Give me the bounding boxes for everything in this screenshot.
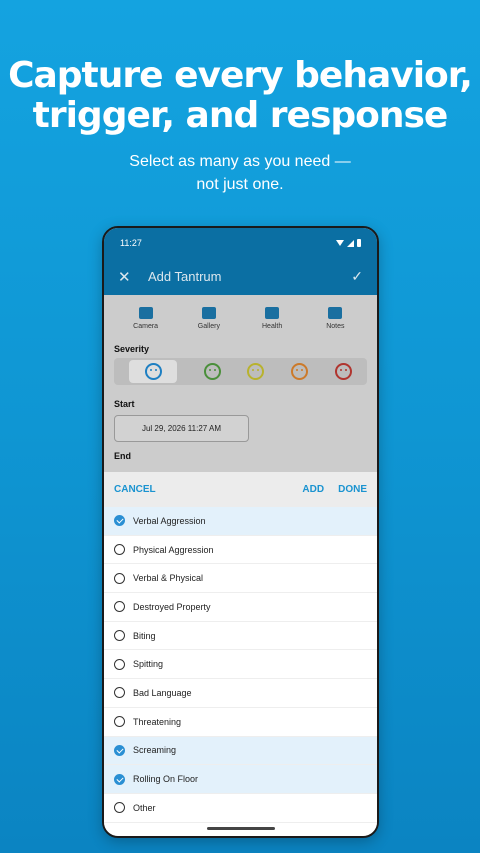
phone-frame: 11:27 ✕ Add Tantrum ✓ Camera Gallery Hea… [102,226,379,838]
angry-face-icon[interactable] [334,363,352,380]
list-item[interactable]: Spitting [104,650,377,680]
list-item-label: Physical Aggression [133,544,214,555]
app-bar: ✕ Add Tantrum ✓ [104,258,377,295]
unchecked-circle-icon[interactable] [114,544,125,556]
list-item[interactable]: Destroyed Property [104,593,377,622]
camera-icon [138,307,153,319]
home-indicator[interactable] [206,827,275,830]
list-item[interactable]: Rolling On Floor [104,765,377,794]
heart-pulse-icon [265,307,280,319]
gallery-button[interactable]: Gallery [184,307,234,330]
happy-face-icon [144,363,162,380]
camera-label: Camera [133,323,159,330]
list-item-label: Screaming [133,745,177,756]
cancel-button[interactable]: CANCEL [114,484,156,495]
end-label: End [114,451,131,461]
unchecked-circle-icon[interactable] [114,630,125,642]
list-item[interactable]: Threatening [104,708,377,737]
camera-button[interactable]: Camera [121,307,171,330]
list-item-label: Other [133,802,156,813]
unchecked-circle-icon[interactable] [114,658,125,670]
list-item-label: Biting [133,630,156,641]
list-item[interactable]: Screaming [104,736,377,766]
note-icon [328,307,343,319]
done-button[interactable]: DONE [338,484,367,495]
unchecked-circle-icon[interactable] [114,601,125,613]
list-item[interactable]: Bad Language [104,679,377,708]
attachment-actions: Camera Gallery Health Notes [104,295,377,330]
signal-icon [347,239,354,247]
severity-selector [114,358,367,385]
gallery-icon [201,307,216,319]
list-item[interactable]: Other [104,794,377,823]
notes-button[interactable]: Notes [310,307,360,330]
list-item-label: Threatening [133,716,182,727]
subheadline: Select as many as you need — not just on… [0,150,480,196]
sheet-action-bar: CANCEL ADD DONE [104,472,377,507]
headline-line-2: trigger, and response [32,95,449,136]
status-bar: 11:27 [104,228,377,258]
list-item[interactable]: Verbal Aggression [104,507,377,536]
list-item-label: Destroyed Property [133,601,211,612]
list-item-label: Spitting [133,659,164,670]
subheadline-line-1: Select as many as you need — [129,153,351,170]
checked-circle-icon[interactable] [114,515,125,527]
health-button[interactable]: Health [247,307,297,330]
behavior-list: Verbal Aggression Physical Aggression Verb… [104,507,377,823]
headline: Capture every behavior, trigger, and res… [0,56,480,136]
unchecked-circle-icon[interactable] [114,687,125,699]
headline-line-1: Capture every behavior, [8,55,473,96]
behavior-picker-sheet: CANCEL ADD DONE Verbal Aggression Physica… [104,472,377,836]
neutral-face-icon[interactable] [203,363,221,380]
unchecked-circle-icon[interactable] [114,802,125,814]
list-item-label: Verbal Aggression [133,515,206,526]
severity-label: Severity [114,344,150,354]
list-item-label: Rolling On Floor [133,774,199,785]
add-button[interactable]: ADD [302,484,324,495]
start-label: Start [114,399,135,409]
start-date-field[interactable]: Jul 29, 2026 11:27 AM [114,415,249,442]
list-item[interactable]: Biting [104,622,377,651]
battery-icon [357,239,361,247]
status-time: 11:27 [120,238,142,248]
severity-option-1[interactable] [129,360,178,383]
check-icon[interactable]: ✓ [351,268,363,285]
list-item[interactable]: Physical Aggression [104,536,377,565]
list-item[interactable]: Verbal & Physical [104,564,377,594]
app-bar-title: Add Tantrum [148,269,222,284]
health-label: Health [262,323,283,330]
wifi-icon [336,240,344,246]
subheadline-line-2: not just one. [196,176,284,193]
list-item-label: Verbal & Physical [133,573,204,584]
checked-circle-icon[interactable] [114,744,125,756]
unchecked-circle-icon[interactable] [114,572,125,584]
gallery-label: Gallery [197,323,220,330]
uneasy-face-icon[interactable] [247,363,265,380]
checked-circle-icon[interactable] [114,773,125,785]
close-icon[interactable]: ✕ [118,268,138,286]
notes-label: Notes [326,323,345,330]
status-icons [336,239,361,247]
form-content: Camera Gallery Health Notes Severity Sta… [104,295,377,472]
upset-face-icon[interactable] [291,363,309,380]
list-item-label: Bad Language [133,687,192,698]
unchecked-circle-icon[interactable] [114,716,125,728]
